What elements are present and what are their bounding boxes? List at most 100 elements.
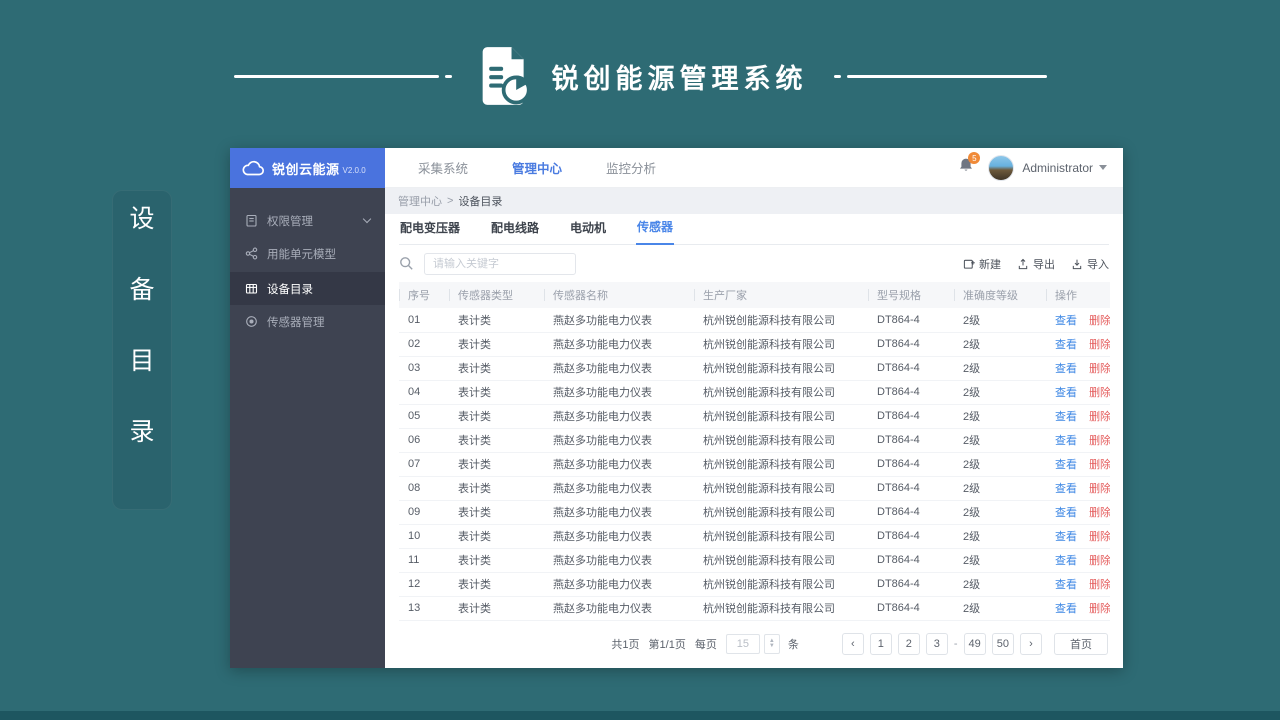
banner-title: 锐创能源管理系统 (551, 63, 808, 94)
cell-sensor-name: 燕赵多功能电力仪表 (544, 500, 694, 525)
per-page-stepper[interactable]: ▲ ▼ (763, 634, 780, 654)
view-link[interactable]: 查看 (1055, 411, 1077, 423)
table-row: 01 表计类 燕赵多功能电力仪表 杭州锐创能源科技有限公司 DT864-4 2级… (399, 308, 1110, 333)
cell-accuracy: 2级 (954, 332, 1046, 357)
cell-manufacturer: 杭州锐创能源科技有限公司 (694, 500, 868, 525)
search-input[interactable] (424, 252, 576, 275)
topbar: 采集系统 管理中心 监控分析 5 Administrator (385, 148, 1123, 188)
content-panel: 配电变压器 配电线路 电动机 传感器 请输入关键字 新建 导出 导入 序号 传感… (385, 214, 1123, 668)
delete-link[interactable]: 删除 (1089, 363, 1110, 375)
breadcrumb-parent[interactable]: 管理中心 (398, 193, 442, 209)
tab-sensor[interactable]: 传感器 (636, 218, 675, 245)
page-ellipsis: - (953, 638, 958, 650)
table-row: 07 表计类 燕赵多功能电力仪表 杭州锐创能源科技有限公司 DT864-4 2级… (399, 452, 1110, 477)
nav-monitoring-analysis[interactable]: 监控分析 (606, 158, 656, 177)
view-link[interactable]: 查看 (1055, 435, 1077, 447)
sidebar-menu: 权限管理 用能单元模型 设备目录 传感器管理 (230, 188, 385, 338)
prev-page-button[interactable]: ‹ (841, 633, 864, 655)
delete-link[interactable]: 删除 (1089, 483, 1110, 495)
view-link[interactable]: 查看 (1055, 459, 1077, 471)
nav-collection-system[interactable]: 采集系统 (418, 158, 468, 177)
col-model: 型号规格 (868, 282, 954, 308)
view-link[interactable]: 查看 (1055, 603, 1077, 615)
unit-label: 条 (787, 639, 799, 651)
username[interactable]: Administrator (1022, 161, 1093, 175)
cell-no: 13 (399, 596, 449, 621)
delete-link[interactable]: 删除 (1089, 603, 1110, 615)
delete-link[interactable]: 删除 (1089, 411, 1110, 423)
cell-sensor-type: 表计类 (449, 428, 544, 453)
sidebar-item-permissions[interactable]: 权限管理 (230, 204, 385, 237)
cell-sensor-type: 表计类 (449, 356, 544, 381)
tab-transformer[interactable]: 配电变压器 (399, 219, 461, 244)
nav-management-center[interactable]: 管理中心 (512, 158, 562, 177)
page-button-3[interactable]: 3 (925, 633, 948, 655)
cell-actions: 查看 删除 (1046, 572, 1110, 597)
page-button-2[interactable]: 2 (897, 633, 920, 655)
side-label-char: 备 (129, 276, 155, 304)
cell-sensor-name: 燕赵多功能电力仪表 (544, 308, 694, 333)
cell-model: DT864-4 (868, 452, 954, 477)
view-link[interactable]: 查看 (1055, 315, 1077, 327)
sidebar-item-sensor-management[interactable]: 传感器管理 (230, 305, 385, 338)
import-button[interactable]: 导入 (1071, 256, 1109, 272)
cell-accuracy: 2级 (954, 500, 1046, 525)
side-vertical-label: 设 备 目 录 (112, 190, 172, 510)
delete-link[interactable]: 删除 (1089, 507, 1110, 519)
cell-no: 05 (399, 404, 449, 429)
delete-link[interactable]: 删除 (1089, 531, 1110, 543)
tab-motor[interactable]: 电动机 (569, 219, 607, 244)
notification-bell[interactable]: 5 (958, 152, 981, 178)
cell-model: DT864-4 (868, 500, 954, 525)
banner-line-right (846, 74, 1047, 78)
document-chart-icon (482, 47, 531, 105)
delete-link[interactable]: 删除 (1089, 579, 1110, 591)
delete-link[interactable]: 删除 (1089, 459, 1110, 471)
page-button-49[interactable]: 49 (963, 633, 986, 655)
page-button-50[interactable]: 50 (991, 633, 1014, 655)
banner-dash-left (444, 74, 452, 78)
view-link[interactable]: 查看 (1055, 507, 1077, 519)
per-page-input[interactable] (725, 634, 760, 654)
next-page-button[interactable]: › (1020, 633, 1042, 655)
col-actions: 操作 (1046, 282, 1110, 308)
logo-version: V2.0.0 (342, 165, 366, 175)
view-link[interactable]: 查看 (1055, 363, 1077, 375)
view-link[interactable]: 查看 (1055, 387, 1077, 399)
view-link[interactable]: 查看 (1055, 579, 1077, 591)
breadcrumb: 管理中心 > 设备目录 (385, 188, 1123, 214)
delete-link[interactable]: 删除 (1089, 315, 1110, 327)
cell-manufacturer: 杭州锐创能源科技有限公司 (694, 308, 868, 333)
sidebar-item-energy-model[interactable]: 用能单元模型 (230, 237, 385, 270)
app-banner: 锐创能源管理系统 (0, 40, 1280, 112)
new-button[interactable]: 新建 (963, 256, 1001, 272)
view-link[interactable]: 查看 (1055, 531, 1077, 543)
delete-link[interactable]: 删除 (1089, 387, 1110, 399)
first-page-button[interactable]: 首页 (1054, 633, 1108, 655)
col-sensor-type: 传感器类型 (449, 282, 544, 308)
delete-link[interactable]: 删除 (1089, 339, 1110, 351)
cell-sensor-name: 燕赵多功能电力仪表 (544, 524, 694, 549)
cell-sensor-type: 表计类 (449, 524, 544, 549)
view-link[interactable]: 查看 (1055, 483, 1077, 495)
avatar[interactable] (988, 154, 1015, 181)
page-button-1[interactable]: 1 (869, 633, 892, 655)
cell-manufacturer: 杭州锐创能源科技有限公司 (694, 596, 868, 621)
cell-manufacturer: 杭州锐创能源科技有限公司 (694, 380, 868, 405)
tab-power-line[interactable]: 配电线路 (490, 219, 540, 244)
cell-sensor-type: 表计类 (449, 548, 544, 573)
table-row: 13 表计类 燕赵多功能电力仪表 杭州锐创能源科技有限公司 DT864-4 2级… (399, 596, 1110, 621)
view-link[interactable]: 查看 (1055, 555, 1077, 567)
delete-link[interactable]: 删除 (1089, 435, 1110, 447)
table-row: 02 表计类 燕赵多功能电力仪表 杭州锐创能源科技有限公司 DT864-4 2级… (399, 332, 1110, 357)
cell-accuracy: 2级 (954, 572, 1046, 597)
cell-sensor-name: 燕赵多功能电力仪表 (544, 356, 694, 381)
sidebar-item-device-catalog[interactable]: 设备目录 (230, 272, 385, 305)
chevron-down-icon[interactable] (362, 214, 372, 224)
cell-accuracy: 2级 (954, 356, 1046, 381)
view-link[interactable]: 查看 (1055, 339, 1077, 351)
col-no: 序号 (399, 282, 449, 308)
user-menu-caret-icon[interactable] (1099, 165, 1107, 170)
delete-link[interactable]: 删除 (1089, 555, 1110, 567)
export-button[interactable]: 导出 (1017, 256, 1055, 272)
